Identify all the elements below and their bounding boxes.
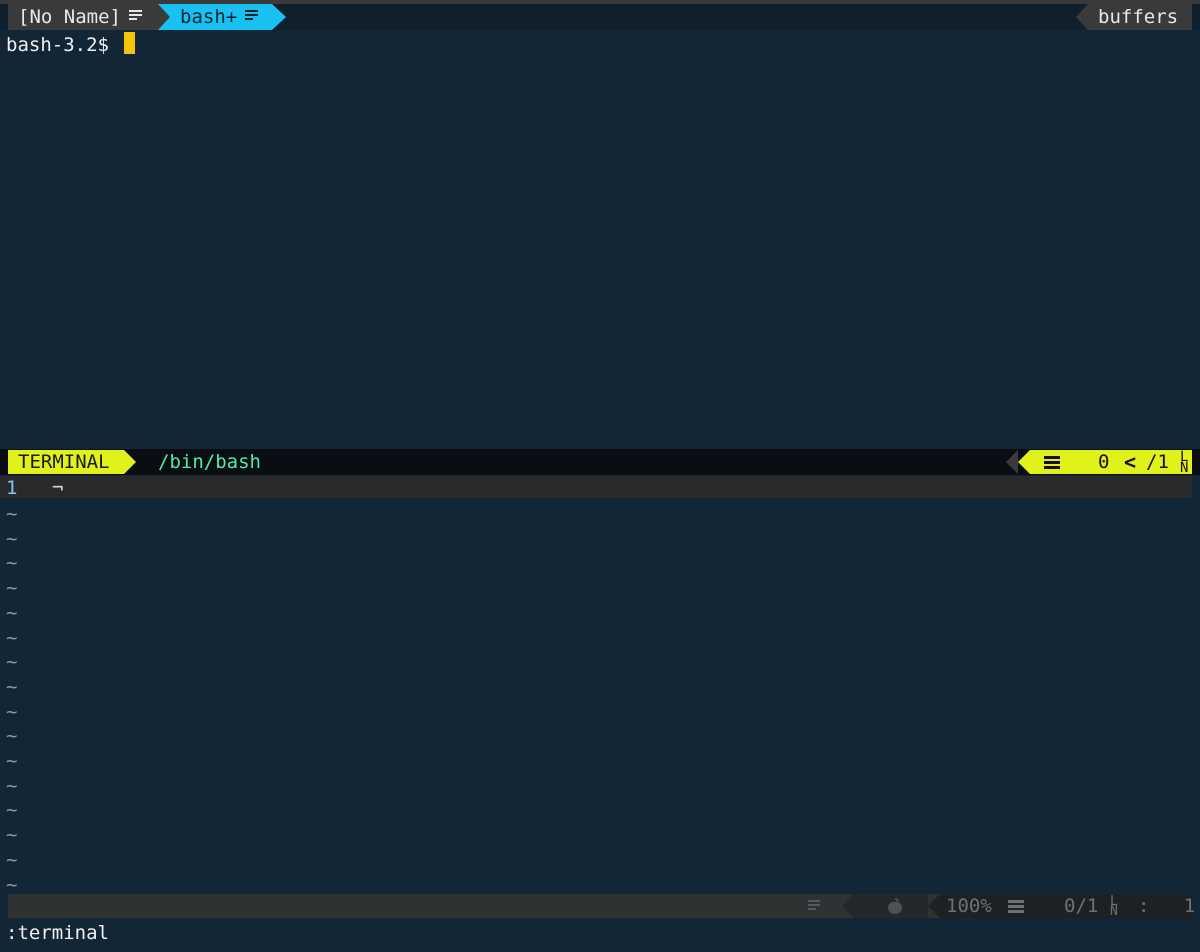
mode-indicator: TERMINAL [8, 450, 124, 474]
command-line[interactable]: :terminal [6, 920, 109, 946]
tab-separator [272, 4, 286, 30]
buffer-statusline: 100% 0/1 LN : 1 [8, 894, 1195, 919]
status-separator [842, 894, 854, 918]
status-separator [1006, 450, 1018, 474]
line-number-icon: LN [1110, 894, 1118, 919]
line-number-icon: LN [1180, 449, 1189, 476]
line-position: 0/1 [1064, 895, 1099, 917]
buffers-label[interactable]: buffers [1088, 4, 1192, 30]
position-section: 0 < /1 LN [1030, 449, 1192, 476]
empty-line-markers: ~ ~ ~ ~ ~ ~ ~ ~ ~ ~ ~ ~ ~ ~ ~ ~ [6, 503, 18, 896]
fileformat-section [854, 894, 928, 918]
terminal-window[interactable]: bash-3.2$ [0, 30, 1200, 448]
terminal-cursor [124, 32, 135, 54]
tab-label: bash+ [180, 6, 238, 28]
chevron-left-icon: < [1124, 450, 1137, 474]
terminal-statusline: TERMINAL /bin/bash 0 < /1 LN [0, 449, 1200, 475]
tab-label: [No Name] [18, 6, 121, 28]
position-current: 0 [1098, 451, 1110, 473]
scroll-percent: 100% [946, 895, 992, 917]
tab-bash[interactable]: bash+ [158, 4, 272, 30]
column-separator: : [1138, 895, 1150, 917]
tabline: [No Name] bash+ buffers [0, 4, 1200, 30]
cursor-line: 1 ¬ [0, 476, 1192, 499]
lines-icon [1008, 900, 1024, 913]
document-lines-icon [245, 9, 259, 22]
empty-buffer-window[interactable]: 1 ¬ ~ ~ ~ ~ ~ ~ ~ ~ ~ ~ ~ ~ ~ ~ ~ ~ [0, 476, 1200, 896]
eol-marker: ¬ [52, 477, 64, 499]
lines-icon [1044, 456, 1060, 469]
line-number: 1 [6, 477, 18, 499]
buffers-separator [1076, 4, 1088, 30]
shell-prompt: bash-3.2$ [6, 34, 121, 56]
position-total: /1 [1146, 451, 1169, 473]
status-separator [928, 894, 940, 918]
file-path: /bin/bash [158, 451, 261, 473]
apple-icon [888, 898, 902, 914]
document-lines-icon [128, 9, 142, 22]
tab-no-name[interactable]: [No Name] [8, 4, 158, 30]
mode-separator [124, 450, 136, 474]
position-section: 100% 0/1 LN : 1 [940, 894, 1195, 919]
status-separator [1018, 450, 1030, 474]
tab-separator [158, 4, 170, 30]
document-lines-icon [808, 900, 820, 912]
column-number: 1 [1183, 895, 1196, 917]
column-position: : 1 [1138, 894, 1195, 918]
